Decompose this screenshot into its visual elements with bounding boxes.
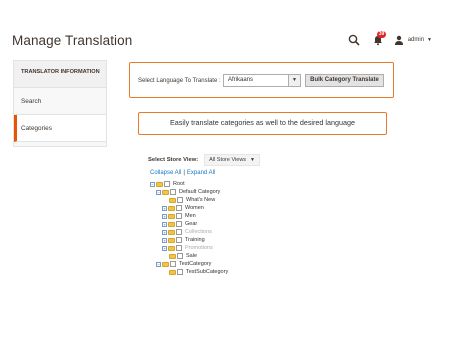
collapse-icon[interactable]: − <box>156 189 161 195</box>
language-select-value: Afrikaans <box>228 77 254 83</box>
collapse-icon[interactable]: − <box>156 261 161 267</box>
chevron-down-icon[interactable]: ▼ <box>288 75 300 86</box>
tree-node-gear[interactable]: + Gear <box>162 220 197 228</box>
language-panel: Select Language To Translate : Afrikaans… <box>129 62 394 98</box>
tree-node-label: TestSubCategory <box>186 269 229 275</box>
tree-node-root[interactable]: − Root <box>150 180 185 188</box>
tree-node-men[interactable]: + Men <box>162 212 196 220</box>
category-checkbox[interactable] <box>177 197 183 203</box>
language-label: Select Language To Translate : <box>138 78 221 84</box>
bell-icon[interactable]: 39 <box>372 31 387 46</box>
tree-node-label: Women <box>185 205 204 211</box>
tree-node-label: Promotions <box>185 245 213 251</box>
category-checkbox[interactable] <box>176 245 182 251</box>
tree-node-women[interactable]: + Women <box>162 204 204 212</box>
category-checkbox[interactable] <box>176 213 182 219</box>
user-icon[interactable] <box>394 35 404 45</box>
store-view-select[interactable]: All Store Views ▼ <box>204 154 260 166</box>
expand-icon[interactable]: + <box>162 213 167 219</box>
tree-node-label: Sale <box>186 253 198 259</box>
tree-controls: Collapse All | Expand All <box>150 170 215 176</box>
expand-icon[interactable]: + <box>162 237 167 243</box>
tree-links-separator: | <box>183 170 185 176</box>
tree-node-label: Root <box>173 181 185 187</box>
tree-node-testcategory[interactable]: − TestCategory <box>156 260 211 268</box>
tree-node-training[interactable]: + Training <box>162 236 205 244</box>
tree-node-collections[interactable]: + Collections <box>162 228 212 236</box>
bulk-category-translate-button[interactable]: Bulk Category Translate <box>305 74 384 87</box>
store-view-value: All Store Views <box>209 157 247 163</box>
tree-node-label: What's New <box>186 197 216 203</box>
collapse-all-link[interactable]: Collapse All <box>150 170 181 176</box>
sidebar-heading: TRANSLATOR INFORMATION <box>14 61 106 88</box>
category-checkbox[interactable] <box>176 205 182 211</box>
collapse-icon[interactable]: − <box>150 181 155 187</box>
category-checkbox[interactable] <box>170 189 176 195</box>
folder-icon <box>156 181 163 187</box>
expand-icon[interactable]: + <box>162 229 167 235</box>
folder-icon <box>168 205 175 211</box>
header-actions: 39 admin ▼ <box>348 31 432 47</box>
tree-node-promotions[interactable]: + Promotions <box>162 244 213 252</box>
folder-icon <box>162 189 169 195</box>
sidebar-item-search[interactable]: Search <box>14 88 106 115</box>
folder-icon <box>168 237 175 243</box>
folder-icon <box>169 253 176 259</box>
category-checkbox[interactable] <box>177 269 183 275</box>
category-checkbox[interactable] <box>176 221 182 227</box>
store-view-switcher: Select Store View: All Store Views ▼ <box>148 154 260 166</box>
folder-icon <box>168 229 175 235</box>
language-select[interactable]: Afrikaans ▼ <box>223 74 301 87</box>
tree-node-label: Gear <box>185 221 198 227</box>
folder-icon <box>168 213 175 219</box>
category-checkbox[interactable] <box>176 229 182 235</box>
tree-node-default-category[interactable]: − Default Category <box>156 188 220 196</box>
store-view-label: Select Store View: <box>148 157 199 163</box>
tree-node-label: Men <box>185 213 196 219</box>
user-name[interactable]: admin <box>408 37 424 43</box>
feature-caption: Easily translate categories as well to t… <box>138 112 387 135</box>
expand-icon[interactable]: + <box>162 245 167 251</box>
tree-node-testsubcategory[interactable]: TestSubCategory <box>169 268 228 276</box>
category-checkbox[interactable] <box>176 237 182 243</box>
category-checkbox[interactable] <box>177 253 183 259</box>
tree-node-sale[interactable]: Sale <box>169 252 197 260</box>
folder-icon <box>168 221 175 227</box>
tree-node-label: Default Category <box>179 189 221 195</box>
search-icon[interactable] <box>348 34 360 46</box>
chevron-down-icon[interactable]: ▼ <box>250 157 255 163</box>
folder-icon <box>168 245 175 251</box>
category-checkbox[interactable] <box>164 181 170 187</box>
folder-icon <box>169 269 176 275</box>
category-checkbox[interactable] <box>170 261 176 267</box>
notification-badge: 39 <box>376 31 387 38</box>
expand-icon[interactable]: + <box>162 221 167 227</box>
tree-node-label: Training <box>185 237 205 243</box>
sidebar: TRANSLATOR INFORMATION Search Categories <box>13 60 107 147</box>
expand-all-link[interactable]: Expand All <box>187 170 215 176</box>
chevron-down-icon[interactable]: ▼ <box>427 37 432 43</box>
folder-icon <box>162 261 169 267</box>
tree-node-whats-new[interactable]: What's New <box>169 196 215 204</box>
tree-node-label: Collections <box>185 229 212 235</box>
expand-icon[interactable]: + <box>162 205 167 211</box>
folder-icon <box>169 197 176 203</box>
tree-node-label: TestCategory <box>179 261 212 267</box>
sidebar-item-categories[interactable]: Categories <box>14 115 106 142</box>
page-title: Manage Translation <box>12 33 133 48</box>
